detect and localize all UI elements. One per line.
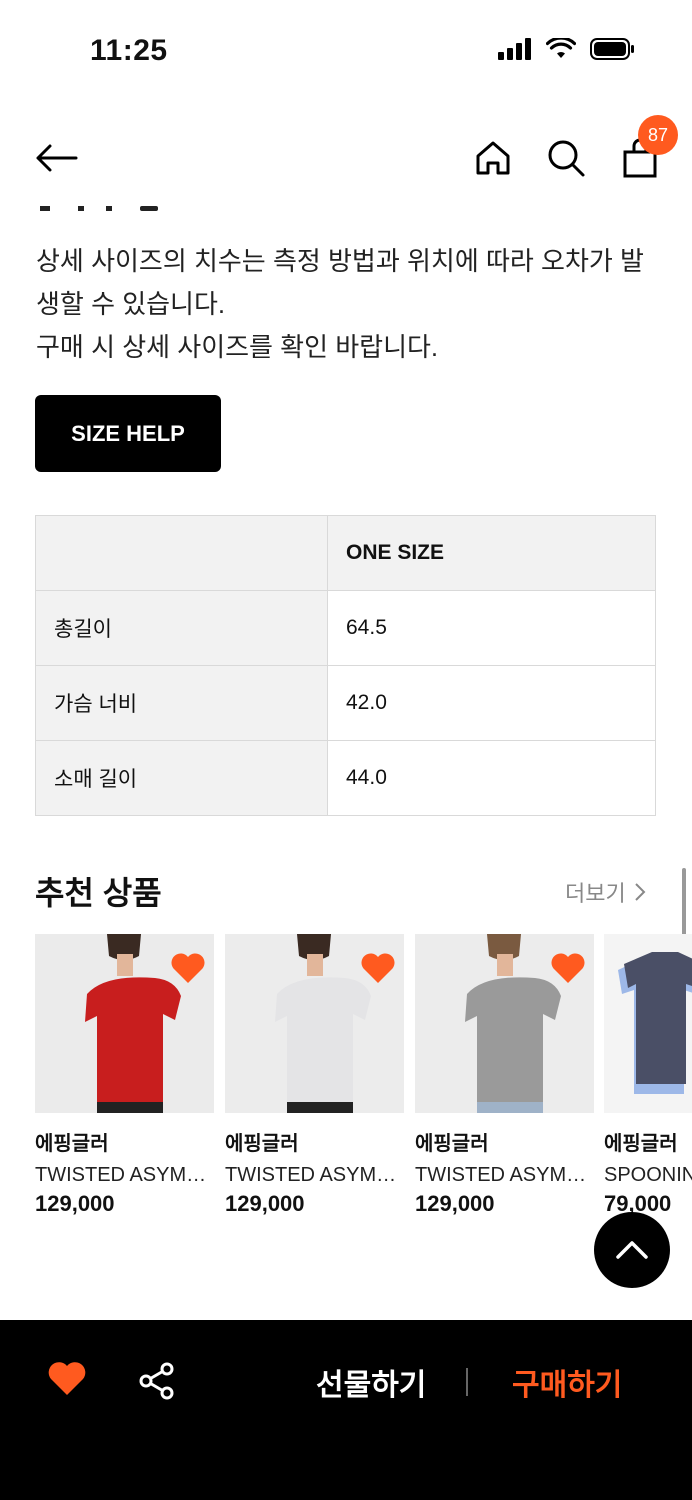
scroll-to-top-button[interactable]: [594, 1212, 670, 1288]
status-icons: [498, 38, 636, 60]
cart-count-badge: 87: [638, 115, 678, 155]
table-row: 소매 길이 44.0: [35, 740, 656, 816]
wifi-icon: [546, 38, 576, 58]
size-row-label: 소매 길이: [35, 740, 328, 816]
product-price: 79,000: [604, 1191, 672, 1216]
battery-icon: [590, 38, 634, 60]
chevron-up-icon: [616, 1241, 648, 1259]
product-name: TWISTED ASYMMETRIC TOP: [225, 1164, 404, 1186]
product-name: SPOONING: [604, 1164, 692, 1186]
signal-icon: [498, 38, 531, 60]
heart-icon[interactable]: [170, 952, 206, 984]
product-image[interactable]: [225, 934, 404, 1113]
size-row-label: 가슴 너비: [35, 665, 328, 741]
arrow-left-icon: [36, 144, 78, 172]
product-price: 129,000: [35, 1191, 115, 1216]
size-notice: 상세 사이즈의 치수는 측정 방법과 위치에 따라 오차가 발생할 수 있습니다…: [36, 240, 666, 369]
size-row-label: 총길이: [35, 590, 328, 666]
product-card[interactable]: 에핑글러 TWISTED ASYMMETRIC TOP 129,000: [35, 934, 214, 1217]
product-image[interactable]: [604, 934, 692, 1113]
share-button[interactable]: [138, 1362, 176, 1405]
product-brand: 에핑글러: [604, 1133, 678, 1155]
product-card[interactable]: 에핑글러 SPOONING 79,000: [604, 934, 692, 1217]
recommend-title: 추천 상품: [35, 875, 162, 911]
buy-button[interactable]: 구매하기: [512, 1360, 622, 1404]
search-button[interactable]: [542, 132, 590, 184]
product-card[interactable]: 에핑글러 TWISTED ASYMMETRIC TOP 129,000: [225, 934, 404, 1217]
back-button[interactable]: [30, 132, 82, 184]
size-row-value: 42.0: [327, 665, 656, 741]
search-icon: [548, 140, 585, 177]
size-row-value: 44.0: [327, 740, 656, 816]
size-notice-line-2: 구매 시 상세 사이즈를 확인 바랍니다.: [36, 332, 439, 362]
size-table-header-row: ONE SIZE: [35, 515, 656, 591]
product-image[interactable]: [415, 934, 594, 1113]
product-brand: 에핑글러: [415, 1133, 489, 1155]
gift-button[interactable]: 선물하기: [316, 1360, 426, 1404]
product-image[interactable]: [35, 934, 214, 1113]
more-link[interactable]: 더보기: [565, 876, 646, 908]
table-row: 총길이 64.5: [35, 590, 656, 666]
heart-icon[interactable]: [360, 952, 396, 984]
product-brand: 에핑글러: [225, 1133, 299, 1155]
product-brand: 에핑글러: [35, 1133, 109, 1155]
share-icon: [139, 1362, 174, 1400]
home-icon: [476, 141, 510, 175]
partially-hidden-text: [36, 198, 166, 214]
product-card[interactable]: 에핑글러 TWISTED ASYMMETRIC TOP 129,000: [415, 934, 594, 1217]
divider: [466, 1368, 468, 1396]
size-table-corner: [35, 515, 328, 591]
chevron-right-icon: [635, 883, 646, 901]
status-bar: 11:25: [0, 0, 692, 100]
product-name: TWISTED ASYMMETRIC TOP: [35, 1164, 214, 1186]
table-row: 가슴 너비 42.0: [35, 665, 656, 741]
heart-icon[interactable]: [550, 952, 586, 984]
size-table: ONE SIZE 총길이 64.5 가슴 너비 42.0 소매 길이 44.0: [35, 515, 656, 816]
bottom-action-bar: 선물하기 구매하기: [0, 1320, 692, 1500]
status-time: 11:25: [90, 34, 168, 67]
recommend-carousel[interactable]: 에핑글러 TWISTED ASYMMETRIC TOP 129,000 에핑글러…: [35, 934, 692, 1234]
top-nav: [0, 110, 692, 200]
more-link-label: 더보기: [565, 881, 626, 906]
heart-icon: [48, 1362, 86, 1395]
product-price: 129,000: [415, 1191, 495, 1216]
size-notice-line-1: 상세 사이즈의 치수는 측정 방법과 위치에 따라 오차가 발생할 수 있습니다…: [36, 246, 644, 319]
size-row-value: 64.5: [327, 590, 656, 666]
size-table-header: ONE SIZE: [327, 515, 656, 591]
size-help-button[interactable]: SIZE HELP: [35, 395, 221, 472]
product-name: TWISTED ASYMMETRIC TOP: [415, 1164, 594, 1186]
home-button[interactable]: [469, 132, 517, 184]
product-price: 129,000: [225, 1191, 305, 1216]
wishlist-button[interactable]: [47, 1360, 87, 1401]
